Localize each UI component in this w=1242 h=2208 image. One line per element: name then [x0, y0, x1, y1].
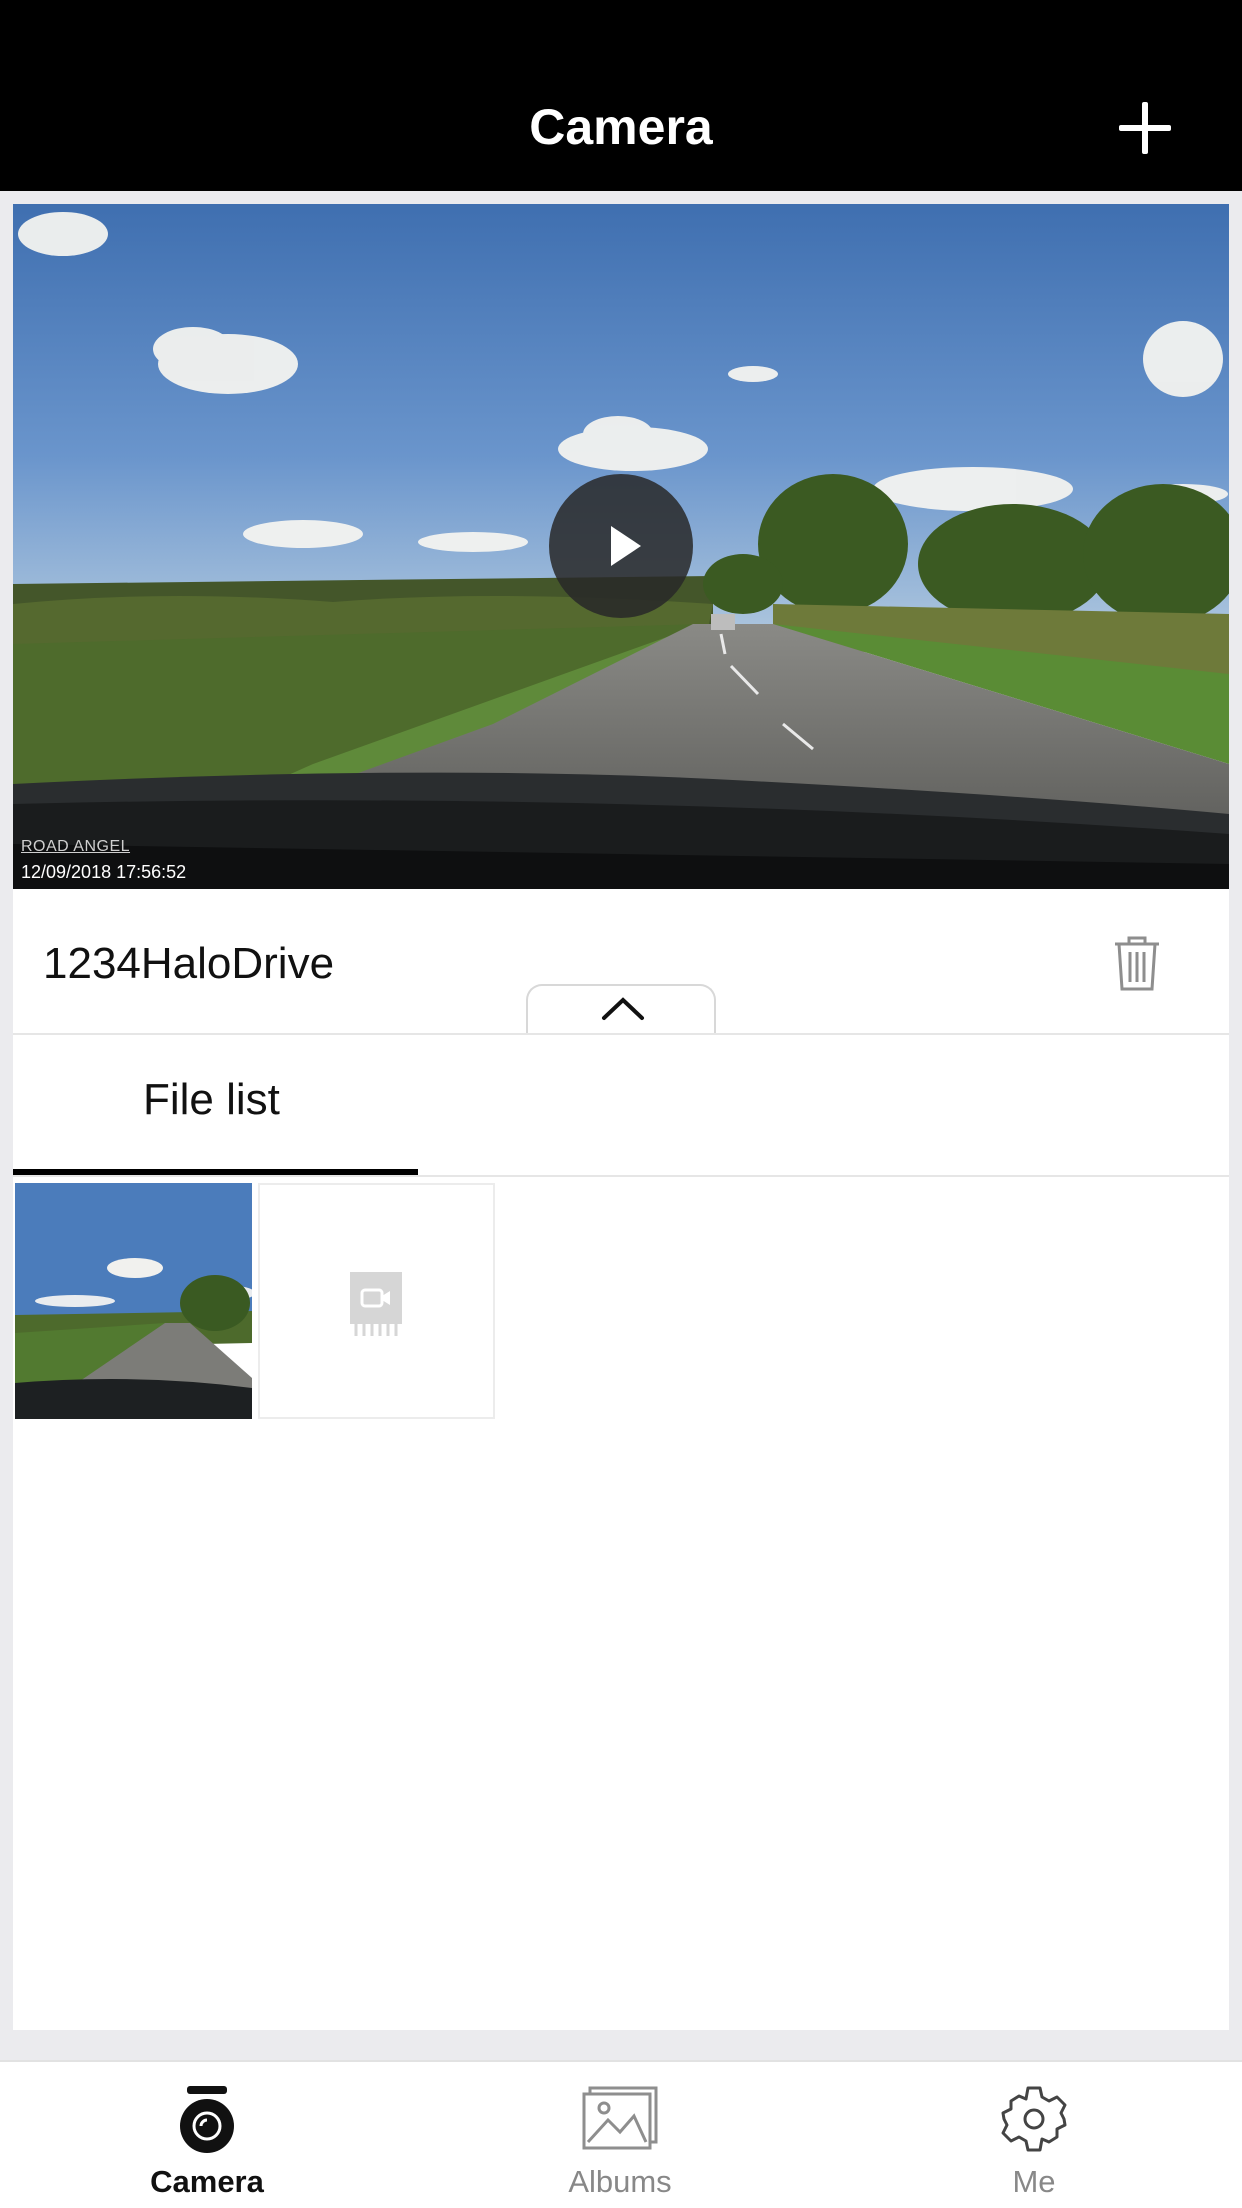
- video-timestamp: 12/09/2018 17:56:52: [21, 862, 187, 882]
- nav-tab-me[interactable]: Me: [884, 2062, 1184, 2208]
- collapse-toggle[interactable]: [526, 984, 716, 1034]
- video-file-icon: [350, 1272, 402, 1336]
- file-thumbnail[interactable]: [15, 1183, 252, 1419]
- file-placeholder[interactable]: [258, 1183, 495, 1419]
- nav-label: Me: [1012, 2164, 1056, 2199]
- divider: [13, 1175, 1229, 1177]
- gear-icon: [1001, 2086, 1067, 2152]
- nav-tab-albums[interactable]: Albums: [470, 2062, 770, 2208]
- photo-icon: [582, 2086, 658, 2150]
- nav-label: Camera: [150, 2164, 264, 2199]
- nav-label: Albums: [568, 2164, 672, 2199]
- add-camera-button[interactable]: [1115, 98, 1175, 158]
- page-title: Camera: [529, 99, 713, 155]
- device-name: 1234HaloDrive: [43, 939, 335, 988]
- tab-label: File list: [143, 1075, 280, 1124]
- delete-device-button[interactable]: [1113, 934, 1161, 992]
- camera-card: ROAD ANGEL 12/09/2018 17:56:52 1234HaloD…: [13, 204, 1229, 2030]
- tab-file-list[interactable]: File list: [13, 1035, 418, 1175]
- brand-watermark: ROAD ANGEL: [21, 838, 131, 855]
- dashcam-icon: [180, 2086, 234, 2153]
- nav-tab-camera[interactable]: Camera: [57, 2062, 357, 2208]
- play-icon: [611, 526, 641, 566]
- play-button[interactable]: [549, 474, 693, 618]
- bottom-tab-bar: Camera Albums Me: [0, 2060, 1242, 2208]
- chevron-up-icon: [602, 997, 644, 1020]
- trash-icon: [1115, 936, 1159, 991]
- video-preview[interactable]: ROAD ANGEL 12/09/2018 17:56:52: [13, 204, 1229, 889]
- video-thumbnail-image: [15, 1183, 252, 1419]
- top-bar: Camera: [0, 0, 1242, 191]
